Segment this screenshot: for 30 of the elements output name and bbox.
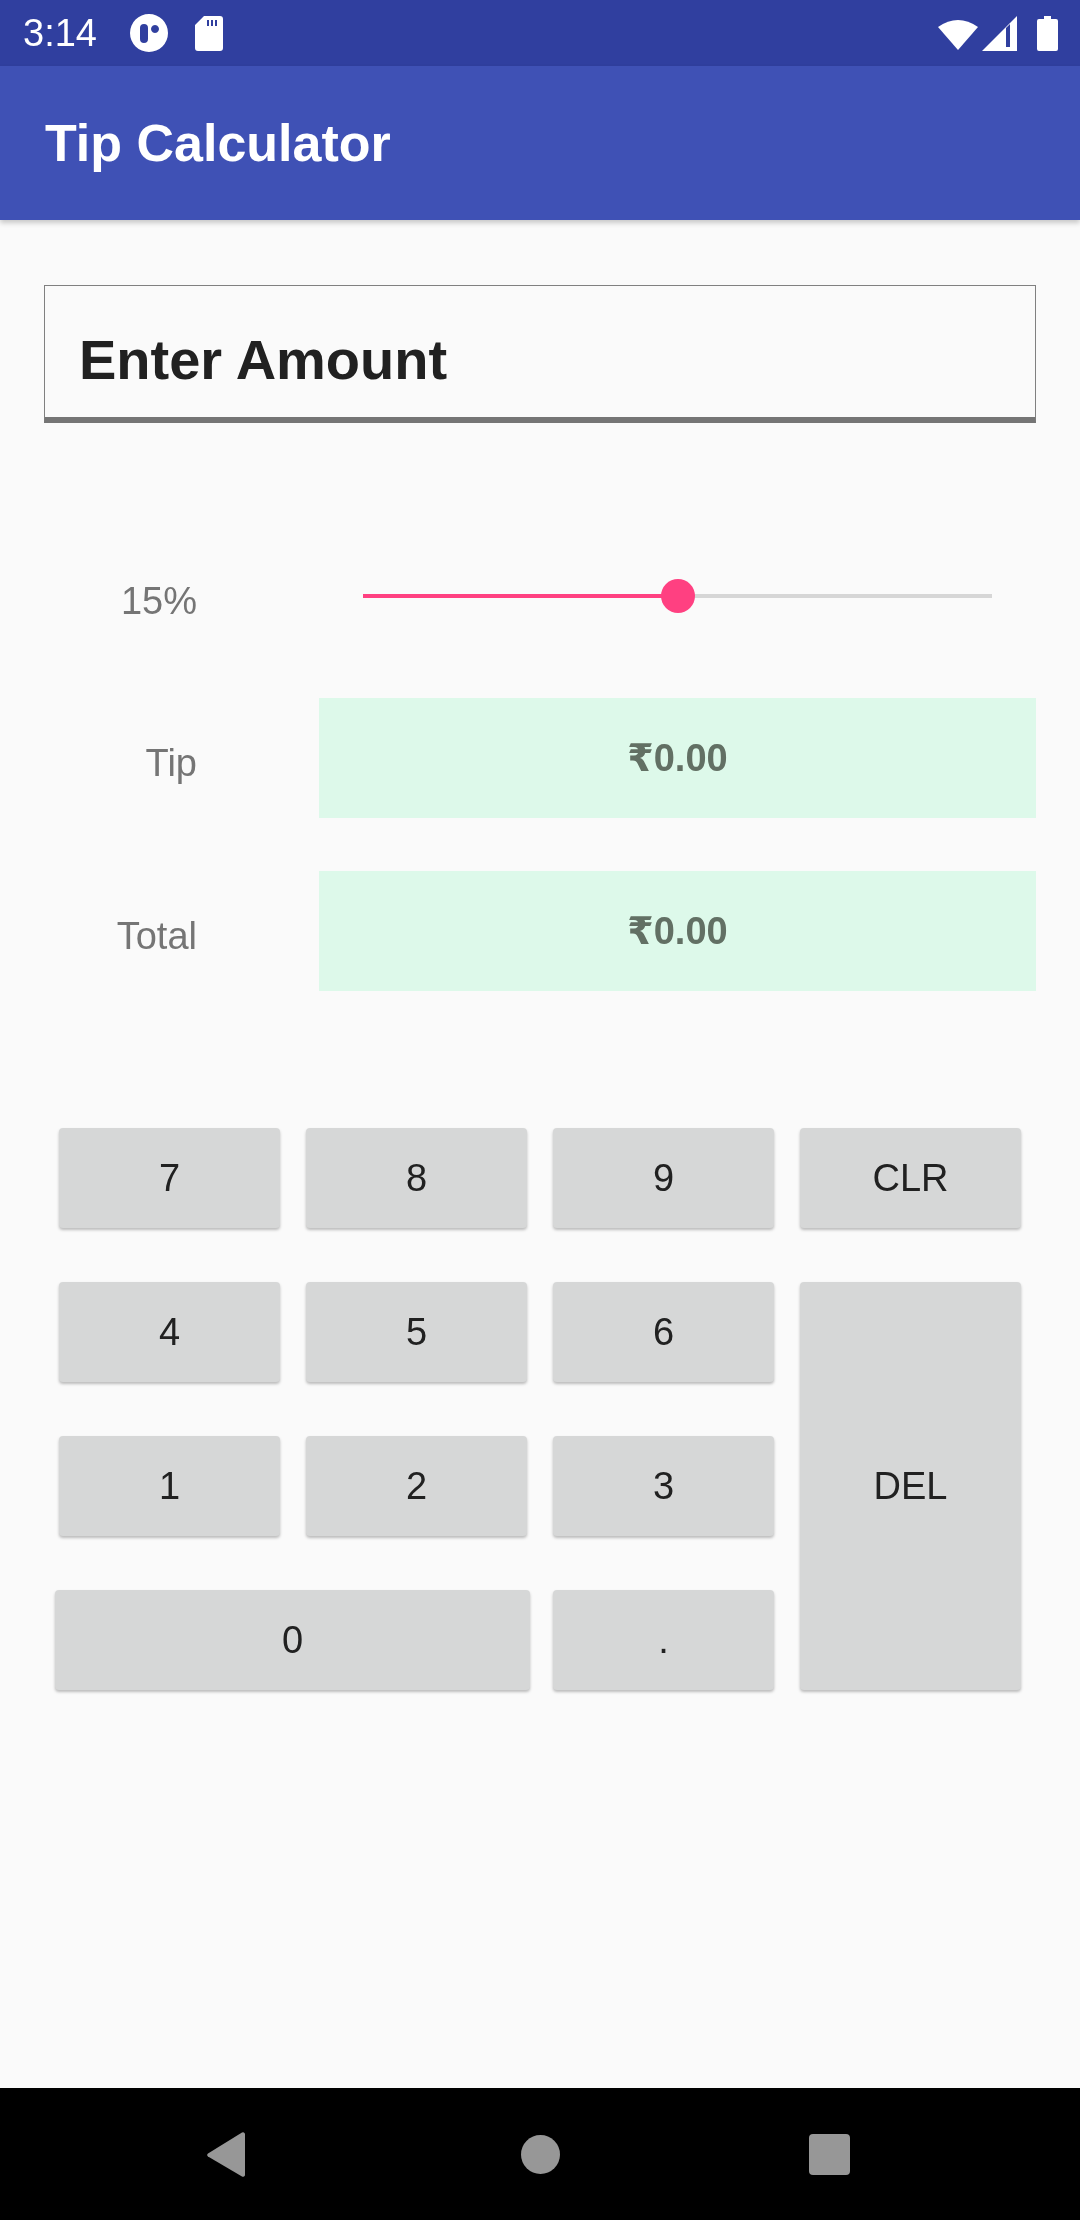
keypad-key[interactable]: 3 <box>553 1436 774 1536</box>
keypad-key[interactable]: 1 <box>59 1436 280 1536</box>
amount-input[interactable]: Enter Amount <box>44 285 1036 423</box>
recents-icon[interactable] <box>809 2133 850 2175</box>
back-icon[interactable] <box>206 2131 245 2177</box>
app-title: Tip Calculator <box>45 113 391 173</box>
status-time: 3:14 <box>23 14 97 52</box>
keypad-key[interactable]: DEL <box>800 1282 1021 1690</box>
keypad-key[interactable]: 6 <box>553 1282 774 1382</box>
result-label: Total <box>115 914 197 958</box>
amount-display: ₹0.00 <box>319 871 1036 991</box>
amount-display: ₹0.00 <box>319 698 1036 818</box>
keypad-key[interactable]: CLR <box>800 1128 1021 1228</box>
keypad-key[interactable]: 2 <box>306 1436 527 1536</box>
keypad-key[interactable]: 7 <box>59 1128 280 1228</box>
tip-percent-label: 15% <box>119 579 197 623</box>
slider-thumb[interactable] <box>660 579 695 613</box>
keypad-key[interactable]: 9 <box>553 1128 774 1228</box>
wifi-icon <box>938 20 978 50</box>
signal-icon <box>982 15 1017 51</box>
sd-card-icon <box>194 15 223 51</box>
home-icon[interactable] <box>521 2134 560 2174</box>
result-label: Tip <box>144 741 197 785</box>
keypad-key[interactable]: 4 <box>59 1282 280 1382</box>
notification-icon <box>129 14 168 52</box>
keypad-key[interactable]: 0 <box>55 1590 530 1690</box>
battery-icon <box>1037 15 1058 51</box>
keypad-key[interactable]: . <box>553 1590 774 1690</box>
keypad-key[interactable]: 5 <box>306 1282 527 1382</box>
keypad-key[interactable]: 8 <box>306 1128 527 1228</box>
